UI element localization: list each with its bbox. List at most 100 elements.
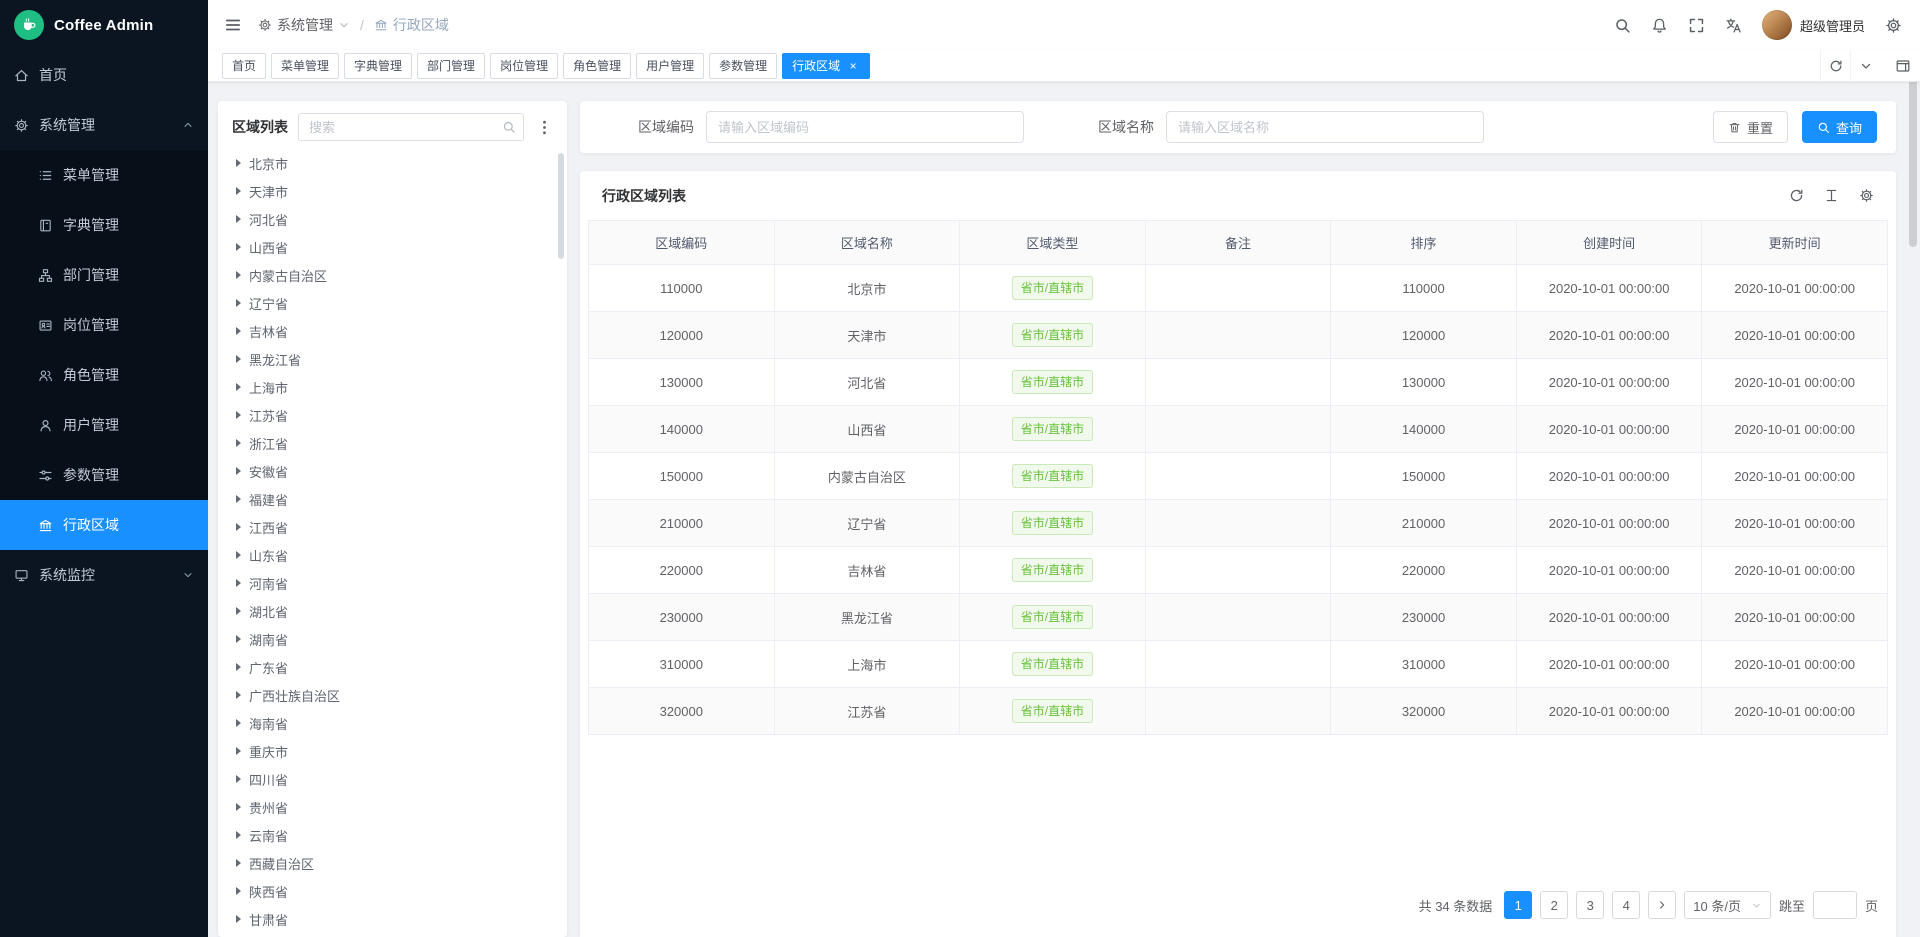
- table-row[interactable]: 210000辽宁省省市/直辖市2100002020-10-01 00:00:00…: [589, 500, 1888, 547]
- tree-item[interactable]: 黑龙江省: [232, 345, 555, 373]
- tree-item[interactable]: 辽宁省: [232, 289, 555, 317]
- tree-item[interactable]: 吉林省: [232, 317, 555, 345]
- page-button-3[interactable]: 3: [1576, 891, 1604, 919]
- app-logo[interactable]: Coffee Admin: [0, 0, 208, 50]
- sidebar-item-region[interactable]: 行政区域: [0, 500, 208, 550]
- tree-item-label: 江苏省: [249, 406, 288, 425]
- page-button-1[interactable]: 1: [1504, 891, 1532, 919]
- hamburger-icon[interactable]: [224, 16, 242, 34]
- refresh-icon[interactable]: [1789, 188, 1804, 203]
- tree-item[interactable]: 广西壮族自治区: [232, 681, 555, 709]
- tree-item[interactable]: 内蒙古自治区: [232, 261, 555, 289]
- tree-item[interactable]: 江西省: [232, 513, 555, 541]
- region-name-input[interactable]: [1166, 111, 1484, 143]
- breadcrumb-system-management[interactable]: 系统管理: [258, 15, 350, 35]
- region-code-input[interactable]: [706, 111, 1024, 143]
- settings-gear-icon[interactable]: [1885, 17, 1902, 34]
- screen-icon[interactable]: [1886, 50, 1920, 82]
- table-row[interactable]: 110000北京市省市/直辖市1100002020-10-01 00:00:00…: [589, 265, 1888, 312]
- tree-item[interactable]: 海南省: [232, 709, 555, 737]
- caret-right-icon: [236, 747, 241, 755]
- table-row[interactable]: 230000黑龙江省省市/直辖市2300002020-10-01 00:00:0…: [589, 594, 1888, 641]
- close-icon[interactable]: ×: [846, 59, 860, 73]
- dots-vertical-icon[interactable]: [534, 119, 555, 136]
- tree-item[interactable]: 河北省: [232, 205, 555, 233]
- tab-5[interactable]: 角色管理: [563, 53, 631, 79]
- sidebar-item-home[interactable]: 首页: [0, 50, 208, 100]
- page-button-2[interactable]: 2: [1540, 891, 1568, 919]
- tree-item[interactable]: 陕西省: [232, 877, 555, 905]
- search-icon[interactable]: [1614, 17, 1631, 34]
- tab-3[interactable]: 部门管理: [417, 53, 485, 79]
- tree-item[interactable]: 天津市: [232, 177, 555, 205]
- translate-icon[interactable]: [1725, 17, 1742, 34]
- tab-options-chevron-icon[interactable]: [1850, 50, 1880, 82]
- sidebar-item-role-management[interactable]: 角色管理: [0, 350, 208, 400]
- tree-item-label: 甘肃省: [249, 910, 288, 929]
- sidebar-item-param-management[interactable]: 参数管理: [0, 450, 208, 500]
- tree-item[interactable]: 云南省: [232, 821, 555, 849]
- column-settings-icon[interactable]: [1859, 188, 1874, 203]
- tree-item[interactable]: 福建省: [232, 485, 555, 513]
- tree-item[interactable]: 贵州省: [232, 793, 555, 821]
- table-row[interactable]: 130000河北省省市/直辖市1300002020-10-01 00:00:00…: [589, 359, 1888, 406]
- tree-item[interactable]: 湖北省: [232, 597, 555, 625]
- jump-page-input[interactable]: [1813, 891, 1857, 919]
- sidebar-item-dept-management[interactable]: 部门管理: [0, 250, 208, 300]
- tree-item-label: 湖南省: [249, 630, 288, 649]
- sidebar-item-user-management[interactable]: 用户管理: [0, 400, 208, 450]
- tree-item[interactable]: 山东省: [232, 541, 555, 569]
- page-size-select[interactable]: 10 条/页: [1684, 891, 1771, 919]
- window-scrollbar-thumb[interactable]: [1909, 62, 1917, 247]
- refresh-icon[interactable]: [1820, 50, 1850, 82]
- tree-item[interactable]: 江苏省: [232, 401, 555, 429]
- sidebar-item-post-management[interactable]: 岗位管理: [0, 300, 208, 350]
- table-row[interactable]: 120000天津市省市/直辖市1200002020-10-01 00:00:00…: [589, 312, 1888, 359]
- sidebar-item-menu-management[interactable]: 菜单管理: [0, 150, 208, 200]
- tree-item[interactable]: 浙江省: [232, 429, 555, 457]
- tree-item[interactable]: 安徽省: [232, 457, 555, 485]
- sidebar-item-system-management[interactable]: 系统管理: [0, 100, 208, 150]
- tab-0[interactable]: 首页: [222, 53, 266, 79]
- tree-item[interactable]: 广东省: [232, 653, 555, 681]
- user-menu[interactable]: 超级管理员: [1762, 10, 1865, 40]
- tree-item[interactable]: 河南省: [232, 569, 555, 597]
- table-row[interactable]: 140000山西省省市/直辖市1400002020-10-01 00:00:00…: [589, 406, 1888, 453]
- tab-8[interactable]: 行政区域×: [782, 53, 870, 79]
- tab-1[interactable]: 菜单管理: [271, 53, 339, 79]
- next-page-button[interactable]: [1648, 891, 1676, 919]
- tree-item[interactable]: 湖南省: [232, 625, 555, 653]
- table-row[interactable]: 310000上海市省市/直辖市3100002020-10-01 00:00:00…: [589, 641, 1888, 688]
- caret-right-icon: [236, 187, 241, 195]
- tree-item[interactable]: 山西省: [232, 233, 555, 261]
- tree-item[interactable]: 上海市: [232, 373, 555, 401]
- tab-6[interactable]: 用户管理: [636, 53, 704, 79]
- tree-item[interactable]: 四川省: [232, 765, 555, 793]
- user-name: 超级管理员: [1800, 16, 1865, 35]
- tree-item[interactable]: 甘肃省: [232, 905, 555, 933]
- table-row[interactable]: 320000江苏省省市/直辖市3200002020-10-01 00:00:00…: [589, 688, 1888, 735]
- tree-search-input[interactable]: [298, 113, 524, 141]
- fullscreen-icon[interactable]: [1688, 17, 1705, 34]
- tab-2[interactable]: 字典管理: [344, 53, 412, 79]
- page-button-4[interactable]: 4: [1612, 891, 1640, 919]
- reset-button[interactable]: 重置: [1713, 111, 1788, 143]
- tab-label: 字典管理: [354, 57, 402, 74]
- bell-icon[interactable]: [1651, 17, 1668, 34]
- region-table: 区域编码区域名称区域类型备注排序创建时间更新时间 110000北京市省市/直辖市…: [588, 220, 1888, 735]
- tree-item[interactable]: 重庆市: [232, 737, 555, 765]
- tree-scrollbar-thumb[interactable]: [558, 153, 564, 259]
- tree-item[interactable]: 西藏自治区: [232, 849, 555, 877]
- density-icon[interactable]: [1824, 188, 1839, 203]
- sidebar-item-system-monitor[interactable]: 系统监控: [0, 550, 208, 600]
- tree-item[interactable]: 青海省: [232, 933, 555, 937]
- tree-item[interactable]: 北京市: [232, 149, 555, 177]
- search-button[interactable]: 查询: [1802, 111, 1877, 143]
- tab-7[interactable]: 参数管理: [709, 53, 777, 79]
- app-title: Coffee Admin: [54, 17, 153, 34]
- column-header: 区域名称: [774, 221, 960, 265]
- tab-4[interactable]: 岗位管理: [490, 53, 558, 79]
- table-row[interactable]: 150000内蒙古自治区省市/直辖市1500002020-10-01 00:00…: [589, 453, 1888, 500]
- table-row[interactable]: 220000吉林省省市/直辖市2200002020-10-01 00:00:00…: [589, 547, 1888, 594]
- sidebar-item-dict-management[interactable]: 字典管理: [0, 200, 208, 250]
